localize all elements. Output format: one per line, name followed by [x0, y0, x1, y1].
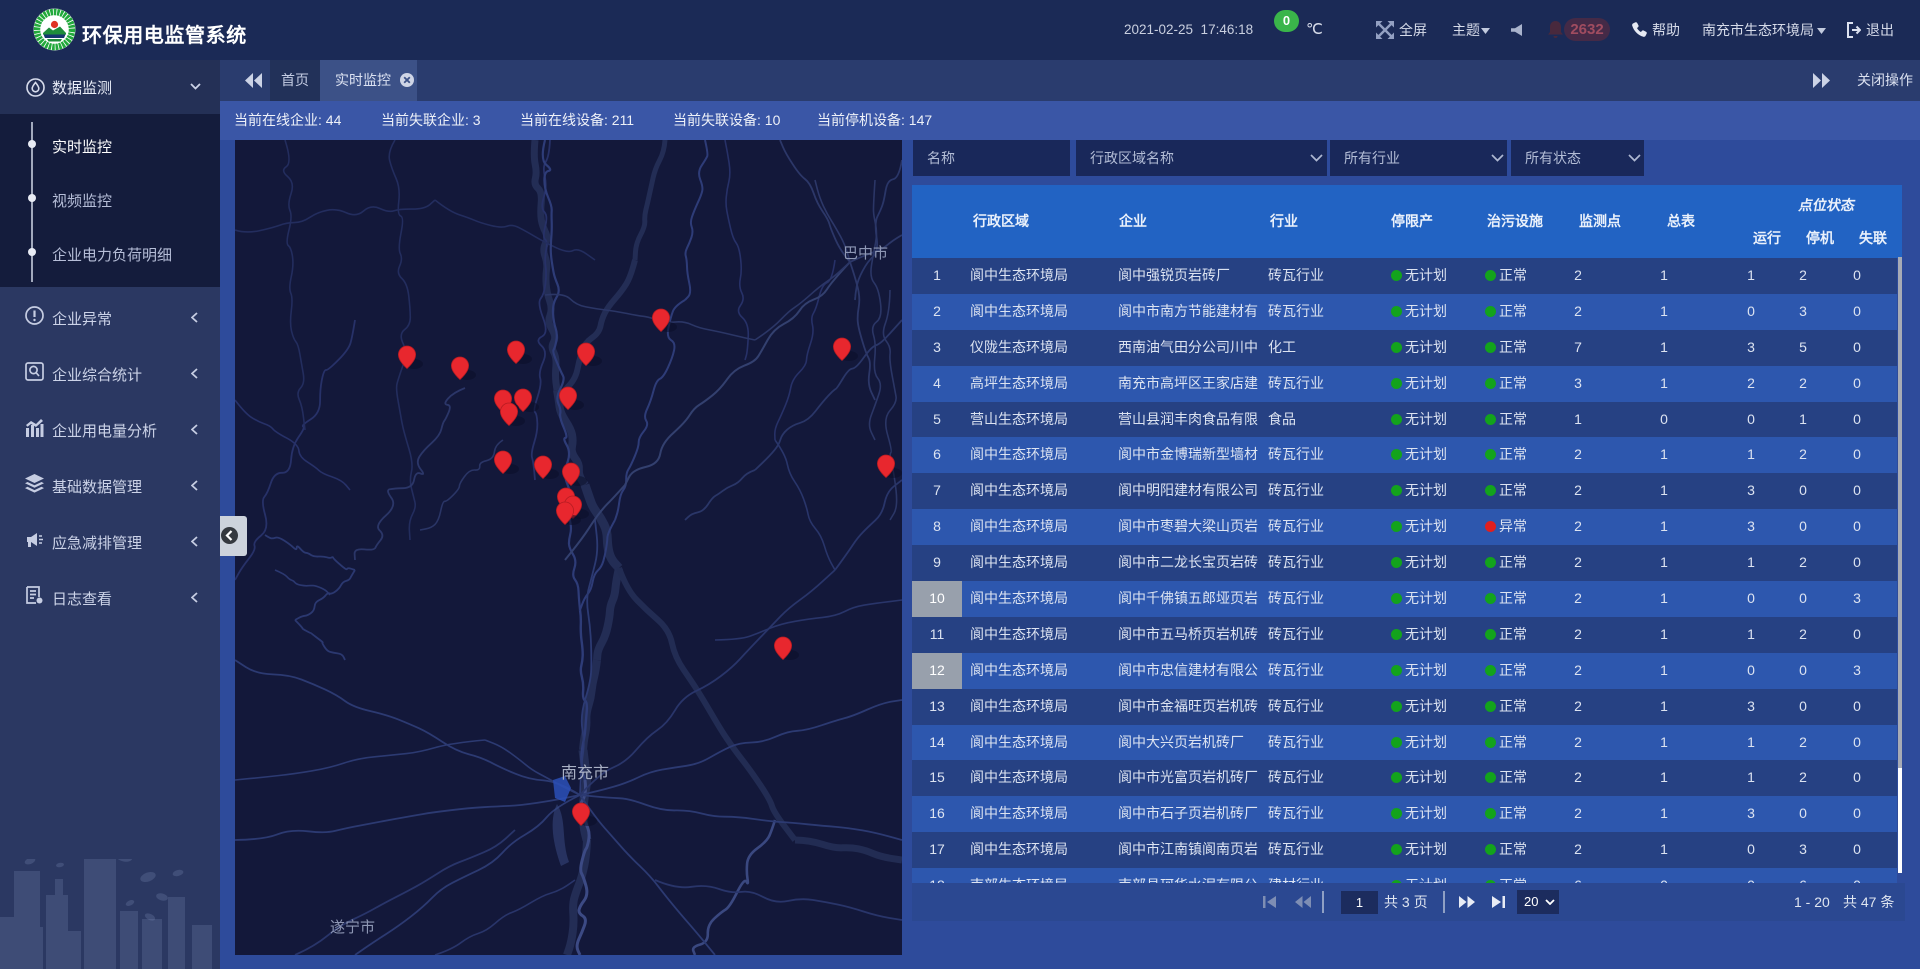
- svg-text:巴中市: 巴中市: [843, 245, 888, 262]
- svg-text:南充市: 南充市: [561, 764, 609, 782]
- svg-text:遂宁市: 遂宁市: [330, 919, 375, 936]
